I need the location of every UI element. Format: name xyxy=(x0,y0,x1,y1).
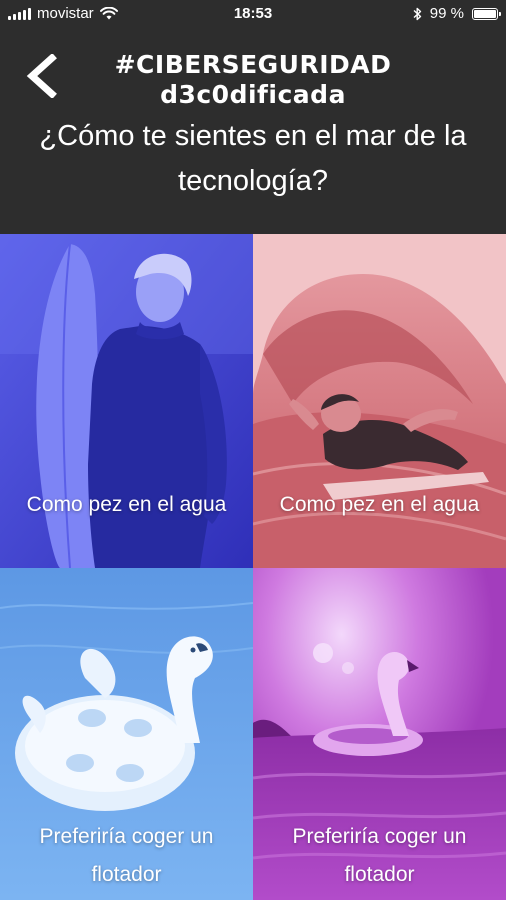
bluetooth-icon xyxy=(413,7,421,20)
options-grid: Como pez en el agua Como pez en el agua … xyxy=(0,234,506,900)
brand-title: #CIBERSEGURIDAD xyxy=(114,50,392,79)
option-tile-1[interactable]: Como pez en el agua xyxy=(0,234,253,568)
header: #CIBERSEGURIDAD d3c0dificada ¿Cómo te si… xyxy=(0,28,506,234)
battery-percent: 99 % xyxy=(429,5,464,22)
option-label-1: Como pez en el agua xyxy=(26,493,227,516)
battery-icon xyxy=(472,7,501,20)
option-label-3: Preferiría coger un flotador xyxy=(39,825,214,886)
option-tile-3[interactable]: Preferiría coger un flotador xyxy=(0,568,253,900)
question-text: ¿Cómo te sientes en el mar de la tecnolo… xyxy=(39,120,467,197)
status-right: 99 % xyxy=(413,5,501,22)
option-label-2: Como pez en el agua xyxy=(279,493,480,516)
option-tile-4[interactable]: Preferiría coger un flotador xyxy=(253,568,506,900)
option-label-4: Preferiría coger un flotador xyxy=(292,825,467,886)
status-bar: movistar 18:53 99 % xyxy=(0,0,506,28)
brand-subtitle: d3c0dificada xyxy=(160,80,346,109)
option-tile-2[interactable]: Como pez en el agua xyxy=(253,234,506,568)
